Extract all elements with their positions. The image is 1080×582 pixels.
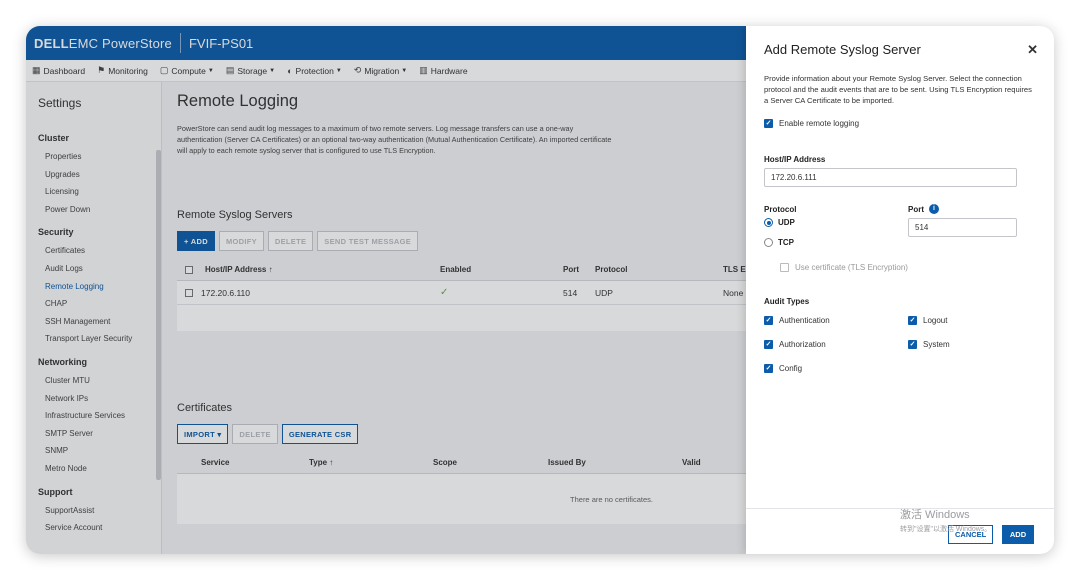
audit-authorization-label: Authorization	[779, 340, 826, 349]
checkbox-checked-icon: ✓	[908, 340, 917, 349]
audit-types-label: Audit Types	[764, 297, 810, 306]
audit-system-checkbox[interactable]: ✓ System	[908, 340, 950, 349]
tls-checkbox[interactable]: Use certificate (TLS Encryption)	[780, 263, 908, 272]
audit-authorization-checkbox[interactable]: ✓ Authorization	[764, 340, 826, 349]
host-input[interactable]: 172.20.6.111	[764, 168, 1017, 187]
radio-unselected-icon	[764, 238, 773, 247]
checkbox-empty-icon	[780, 263, 789, 272]
add-remote-syslog-panel: Add Remote Syslog Server ✕ Provide infor…	[746, 26, 1054, 554]
screenshot-frame: DELLEMC PowerStore FVIF-PS01 ▦ Dashboard ⚑…	[26, 26, 1054, 554]
udp-label: UDP	[778, 218, 795, 227]
audit-config-label: Config	[779, 364, 803, 373]
udp-radio[interactable]: UDP	[764, 218, 795, 227]
watermark-line-1: 激活 Windows	[900, 509, 970, 521]
add-button[interactable]: ADD	[1002, 525, 1034, 544]
audit-system-label: System	[923, 340, 950, 349]
radio-selected-icon	[764, 218, 773, 227]
audit-logout-checkbox[interactable]: ✓ Logout	[908, 316, 947, 325]
audit-authentication-checkbox[interactable]: ✓ Authentication	[764, 316, 830, 325]
checkbox-checked-icon: ✓	[908, 316, 917, 325]
modal-backdrop[interactable]	[26, 26, 746, 554]
windows-activation-watermark: 激活 Windows 转到"设置"以激活 Windows。	[900, 506, 991, 534]
audit-logout-label: Logout	[923, 316, 948, 325]
port-label-group: Port i	[908, 204, 939, 214]
host-label: Host/IP Address	[764, 155, 826, 164]
close-icon[interactable]: ✕	[1027, 42, 1038, 58]
watermark-line-2: 转到"设置"以激活 Windows。	[900, 526, 992, 533]
powerstore-app: DELLEMC PowerStore FVIF-PS01 ▦ Dashboard ⚑…	[26, 26, 751, 554]
checkbox-checked-icon: ✓	[764, 316, 773, 325]
tcp-radio[interactable]: TCP	[764, 238, 794, 247]
port-label: Port	[908, 204, 924, 214]
info-icon[interactable]: i	[929, 204, 939, 214]
panel-title: Add Remote Syslog Server	[764, 42, 921, 57]
audit-authentication-label: Authentication	[779, 316, 830, 325]
tcp-label: TCP	[778, 238, 794, 247]
enable-remote-logging-label: Enable remote logging	[779, 119, 860, 128]
checkbox-checked-icon: ✓	[764, 364, 773, 373]
audit-config-checkbox[interactable]: ✓ Config	[764, 364, 802, 373]
tls-label: Use certificate (TLS Encryption)	[795, 263, 908, 272]
panel-description: Provide information about your Remote Sy…	[764, 74, 1032, 105]
protocol-label: Protocol	[764, 205, 797, 214]
checkbox-checked-icon: ✓	[764, 340, 773, 349]
checkbox-checked-icon: ✓	[764, 119, 773, 128]
port-input[interactable]: 514	[908, 218, 1017, 237]
enable-remote-logging-checkbox[interactable]: ✓ Enable remote logging	[764, 119, 859, 128]
